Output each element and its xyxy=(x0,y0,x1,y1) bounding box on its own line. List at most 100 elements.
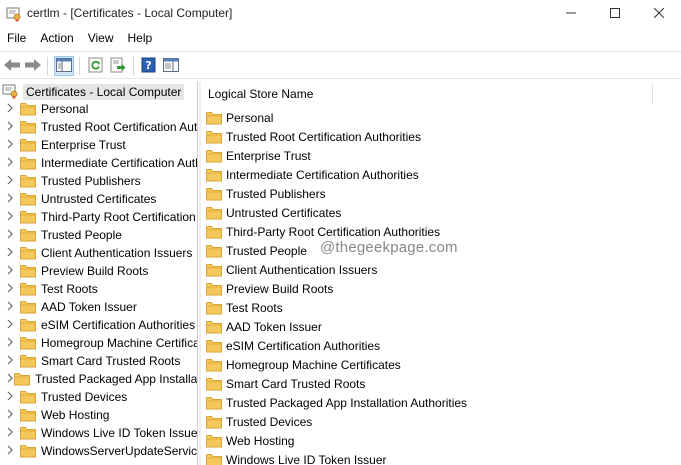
list-item-label: Enterprise Trust xyxy=(226,148,311,163)
tree-item[interactable]: Windows Live ID Token Issuer xyxy=(0,424,198,442)
tree-root[interactable]: Certificates - Local Computer xyxy=(2,83,185,102)
chevron-right-icon[interactable] xyxy=(0,139,20,152)
toolbar-separator xyxy=(79,57,80,75)
chevron-right-icon[interactable] xyxy=(0,103,20,116)
tree-item[interactable]: AAD Token Issuer xyxy=(0,298,197,316)
list-item[interactable]: Trusted Packaged App Installation Author… xyxy=(206,393,467,412)
tree-item-label: Trusted People xyxy=(41,228,122,242)
certificate-console-icon xyxy=(6,6,22,22)
console-tree[interactable]: Certificates - Local Computer Personal Tr… xyxy=(0,81,198,465)
chevron-right-icon[interactable] xyxy=(0,391,20,404)
menu-view[interactable]: View xyxy=(81,29,121,49)
tree-item-label: Intermediate Certification Authorities xyxy=(41,156,197,170)
tree-item[interactable]: Third-Party Root Certification Authoriti… xyxy=(0,208,197,226)
show-hide-console-tree-button[interactable] xyxy=(54,56,74,76)
column-divider[interactable] xyxy=(652,84,653,104)
tree-item[interactable]: Personal xyxy=(0,100,197,118)
chevron-right-icon[interactable] xyxy=(0,337,20,350)
folder-icon xyxy=(20,228,36,242)
list-item[interactable]: Windows Live ID Token Issuer xyxy=(206,450,467,465)
list-item-label: Web Hosting xyxy=(226,433,295,448)
chevron-right-icon[interactable] xyxy=(0,445,20,458)
tree-item-label: Windows Live ID Token Issuer xyxy=(41,426,198,440)
properties-pane-button[interactable] xyxy=(161,56,181,76)
chevron-right-icon[interactable] xyxy=(0,283,20,296)
tree-item[interactable]: eSIM Certification Authorities xyxy=(0,316,197,334)
list-item[interactable]: Enterprise Trust xyxy=(206,146,467,165)
chevron-right-icon[interactable] xyxy=(0,157,20,170)
list-item[interactable]: Personal xyxy=(206,108,467,127)
computer-certificate-icon xyxy=(2,83,20,102)
details-pane[interactable]: Logical Store Name Personal Trusted Root … xyxy=(201,81,681,465)
close-button[interactable] xyxy=(636,0,681,28)
list-item[interactable]: Trusted Root Certification Authorities xyxy=(206,127,467,146)
tree-item[interactable]: Enterprise Trust xyxy=(0,136,197,154)
tree-item-label: Trusted Packaged App Installation Author… xyxy=(35,372,198,386)
tree-item[interactable]: Trusted Root Certification Authorities xyxy=(0,118,197,136)
chevron-right-icon[interactable] xyxy=(0,373,14,386)
menu-action[interactable]: Action xyxy=(33,29,80,49)
chevron-right-icon[interactable] xyxy=(0,319,20,332)
list-item[interactable]: Test Roots xyxy=(206,298,467,317)
list-item[interactable]: Homegroup Machine Certificates xyxy=(206,355,467,374)
folder-icon xyxy=(20,444,36,458)
list-item[interactable]: Intermediate Certification Authorities xyxy=(206,165,467,184)
list-item[interactable]: Trusted Publishers xyxy=(206,184,467,203)
toolbar-separator xyxy=(133,57,134,75)
chevron-right-icon[interactable] xyxy=(0,301,20,314)
tree-item[interactable]: Trusted People xyxy=(0,226,197,244)
chevron-right-icon[interactable] xyxy=(0,265,20,278)
list-item[interactable]: Untrusted Certificates xyxy=(206,203,467,222)
tree-item[interactable]: Trusted Publishers xyxy=(0,172,197,190)
tree-item-label: Client Authentication Issuers xyxy=(41,246,193,260)
tree-item-label: WindowsServerUpdateServices xyxy=(41,444,198,458)
chevron-right-icon[interactable] xyxy=(0,121,20,134)
menu-help[interactable]: Help xyxy=(121,29,160,49)
list-item[interactable]: Client Authentication Issuers xyxy=(206,260,467,279)
folder-icon xyxy=(206,415,222,429)
tree-item[interactable]: Trusted Packaged App Installation Author… xyxy=(0,370,198,388)
chevron-right-icon[interactable] xyxy=(0,229,20,242)
back-button[interactable] xyxy=(2,56,22,76)
folder-icon xyxy=(20,300,36,314)
list-item[interactable]: Preview Build Roots xyxy=(206,279,467,298)
chevron-right-icon[interactable] xyxy=(0,175,20,188)
minimize-button[interactable] xyxy=(548,0,594,28)
maximize-button[interactable] xyxy=(592,0,638,28)
forward-button[interactable] xyxy=(23,56,43,76)
refresh-button[interactable] xyxy=(86,56,106,76)
tree-item[interactable]: Homegroup Machine Certificates xyxy=(0,334,197,352)
chevron-right-icon[interactable] xyxy=(0,211,20,224)
list-item[interactable]: Web Hosting xyxy=(206,431,467,450)
chevron-right-icon[interactable] xyxy=(0,193,20,206)
tree-item[interactable]: Trusted Devices xyxy=(0,388,197,406)
list-item[interactable]: eSIM Certification Authorities xyxy=(206,336,467,355)
folder-icon xyxy=(206,377,222,391)
help-icon: ? xyxy=(141,57,157,76)
menu-file[interactable]: File xyxy=(0,29,33,49)
list-item-label: Trusted Publishers xyxy=(226,186,326,201)
tree-item[interactable]: Intermediate Certification Authorities xyxy=(0,154,197,172)
folder-icon xyxy=(206,320,222,334)
list-item[interactable]: Smart Card Trusted Roots xyxy=(206,374,467,393)
tree-item[interactable]: Smart Card Trusted Roots xyxy=(0,352,197,370)
chevron-right-icon[interactable] xyxy=(0,409,20,422)
chevron-right-icon[interactable] xyxy=(0,247,20,260)
tree-item[interactable]: WindowsServerUpdateServices xyxy=(0,442,198,460)
folder-icon xyxy=(20,354,36,368)
chevron-right-icon[interactable] xyxy=(0,355,20,368)
list-item[interactable]: AAD Token Issuer xyxy=(206,317,467,336)
chevron-right-icon[interactable] xyxy=(0,427,20,440)
tree-item-label: AAD Token Issuer xyxy=(41,300,137,314)
tree-item[interactable]: Preview Build Roots xyxy=(0,262,197,280)
export-list-button[interactable] xyxy=(108,56,128,76)
folder-icon xyxy=(20,156,36,170)
tree-item[interactable]: Untrusted Certificates xyxy=(0,190,197,208)
list-item[interactable]: Trusted Devices xyxy=(206,412,467,431)
tree-item[interactable]: Web Hosting xyxy=(0,406,197,424)
column-header-logical-store-name[interactable]: Logical Store Name xyxy=(201,81,681,107)
help-button[interactable]: ? xyxy=(139,56,159,76)
tree-item-label: Personal xyxy=(41,102,89,116)
tree-item[interactable]: Client Authentication Issuers xyxy=(0,244,197,262)
tree-item[interactable]: Test Roots xyxy=(0,280,197,298)
